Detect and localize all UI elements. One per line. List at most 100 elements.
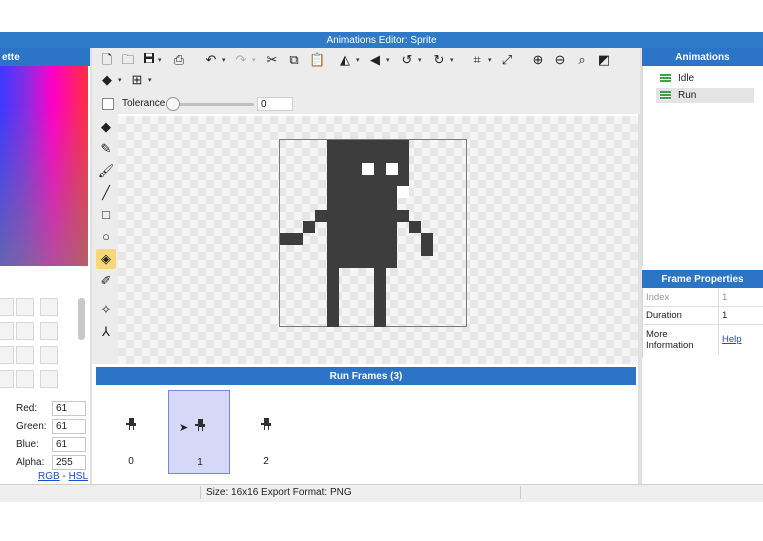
flip-vertical-dropdown-icon[interactable]: ▾ <box>386 56 390 64</box>
sprite-bounds[interactable] <box>279 139 467 327</box>
sprite-body <box>327 198 397 268</box>
toggle-grid-icon[interactable]: ◩ <box>597 52 611 68</box>
status-divider <box>200 486 201 499</box>
red-value-field[interactable]: 61 <box>52 401 86 416</box>
sprite-arm-right <box>409 221 421 233</box>
rotate-left-dropdown-icon[interactable]: ▾ <box>418 56 422 64</box>
pencil-icon[interactable]: ✎ <box>96 139 116 159</box>
node-icon[interactable]: ⅄ <box>96 322 116 342</box>
palette-swatch[interactable] <box>40 370 58 388</box>
sprite-leg-left <box>327 268 339 327</box>
palette-swatch[interactable] <box>16 322 34 340</box>
hsl-mode-link[interactable]: HSL <box>69 471 88 482</box>
tolerance-slider[interactable] <box>170 103 254 106</box>
property-column-divider <box>718 288 719 354</box>
sprite-arm-left <box>315 210 327 222</box>
line-icon[interactable]: ╱ <box>96 183 116 203</box>
palette-swatch[interactable] <box>40 322 58 340</box>
palette-swatch[interactable] <box>0 298 14 316</box>
window-title: Animations Editor: Sprite <box>326 34 437 46</box>
palette-swatch[interactable] <box>16 346 34 364</box>
sprite-head-notch <box>397 186 409 198</box>
frame-sprite-preview <box>126 418 136 430</box>
animation-item-run[interactable]: Run <box>656 88 754 103</box>
zoom-out-icon[interactable]: ⊖ <box>553 52 567 68</box>
property-key: Duration <box>646 310 682 321</box>
brush-icon[interactable]: 🖌 <box>96 161 116 181</box>
layers-dropdown-icon[interactable]: ▾ <box>118 76 122 84</box>
palette-swatch[interactable] <box>40 346 58 364</box>
move-point-icon[interactable]: ✧ <box>96 300 116 320</box>
fill-bucket-icon[interactable]: ◈ <box>96 249 116 269</box>
redo-dropdown-icon[interactable]: ▾ <box>252 56 256 64</box>
frame-thumbnail-0[interactable]: 0 <box>100 390 162 474</box>
redo-icon[interactable]: ↷ <box>234 52 248 68</box>
new-file-icon[interactable]: 🗋 <box>100 52 114 68</box>
frame-index-label: 2 <box>263 456 269 467</box>
layers-icon[interactable]: ◆ <box>100 72 114 88</box>
zoom-in-icon[interactable]: ⊕ <box>531 52 545 68</box>
crop-dropdown-icon[interactable]: ▾ <box>488 56 492 64</box>
sprite-arm-left <box>280 233 303 245</box>
zoom-fit-icon[interactable]: ⌕ <box>575 52 589 68</box>
palette-swatch[interactable] <box>40 298 58 316</box>
palette-scrollbar[interactable] <box>78 298 85 340</box>
tolerance-slider-handle[interactable] <box>166 97 180 111</box>
tolerance-checkbox[interactable] <box>102 98 114 110</box>
save-icon[interactable] <box>142 52 156 68</box>
rotate-right-icon[interactable]: ↻ <box>432 52 446 68</box>
property-key: Index <box>646 292 670 303</box>
copy-icon[interactable]: ⧉ <box>287 52 301 68</box>
duration-value-field[interactable]: 1 <box>722 310 727 321</box>
palette-swatch[interactable] <box>16 370 34 388</box>
property-row-more-info: More Information Help <box>642 324 763 354</box>
mouse-cursor-icon: ➤ <box>179 422 189 434</box>
color-mode-separator: - <box>59 471 69 482</box>
save-dropdown-icon[interactable]: ▾ <box>158 56 162 64</box>
alpha-value-field[interactable]: 255 <box>52 455 86 470</box>
run-frames-header-label: Run Frames (3) <box>329 370 403 382</box>
help-link[interactable]: Help <box>722 334 742 345</box>
frame-thumbnail-1[interactable]: ➤ 1 <box>168 390 230 474</box>
green-value-field[interactable]: 61 <box>52 419 86 434</box>
resize-icon[interactable]: ⤢ <box>500 52 514 68</box>
frame-thumbnail-2[interactable]: 2 <box>235 390 297 474</box>
color-spectrum-picker[interactable] <box>0 66 88 266</box>
frame-properties-header: Frame Properties <box>642 270 763 288</box>
undo-icon[interactable]: ↶ <box>204 52 218 68</box>
eyedropper-icon[interactable]: ✐ <box>96 271 116 291</box>
sprite-arm-right <box>397 210 409 222</box>
palette-swatch[interactable] <box>16 298 34 316</box>
frame-index-label: 1 <box>197 457 203 468</box>
blue-value-field[interactable]: 61 <box>52 437 86 452</box>
undo-dropdown-icon[interactable]: ▾ <box>222 56 226 64</box>
alpha-label: Alpha: <box>16 457 45 468</box>
rotate-right-dropdown-icon[interactable]: ▾ <box>450 56 454 64</box>
status-text: Size: 16x16 Export Format: PNG <box>206 487 352 498</box>
paste-icon[interactable]: 📋 <box>309 52 325 68</box>
grid-dropdown-icon[interactable]: ▾ <box>148 76 152 84</box>
crop-icon[interactable]: ⌗ <box>470 52 484 68</box>
ellipse-icon[interactable]: ○ <box>96 227 116 247</box>
eraser-icon[interactable]: ◆ <box>96 117 116 137</box>
palette-swatch[interactable] <box>0 322 14 340</box>
blue-label: Blue: <box>16 439 39 450</box>
palette-swatch[interactable] <box>0 346 14 364</box>
tolerance-value-field[interactable]: 0 <box>257 97 293 111</box>
flip-vertical-icon[interactable]: ◀ <box>368 52 382 68</box>
rgb-mode-link[interactable]: RGB <box>38 471 60 482</box>
palette-swatch[interactable] <box>0 370 14 388</box>
export-icon[interactable]: ⎙ <box>172 52 186 68</box>
flip-horizontal-dropdown-icon[interactable]: ▾ <box>356 56 360 64</box>
open-folder-icon[interactable]: 🗀 <box>121 52 135 68</box>
cut-icon[interactable]: ✂ <box>265 52 279 68</box>
animations-header: Animations <box>642 48 763 66</box>
frame-sprite-preview <box>195 419 205 431</box>
rectangle-icon[interactable]: □ <box>96 205 116 225</box>
animation-item-idle[interactable]: Idle <box>656 71 754 86</box>
rotate-left-icon[interactable]: ↺ <box>400 52 414 68</box>
palette-header: ette <box>0 48 90 66</box>
animation-film-icon <box>660 74 671 83</box>
flip-horizontal-icon[interactable]: ◭ <box>338 52 352 68</box>
grid-icon[interactable]: ⊞ <box>130 72 144 88</box>
